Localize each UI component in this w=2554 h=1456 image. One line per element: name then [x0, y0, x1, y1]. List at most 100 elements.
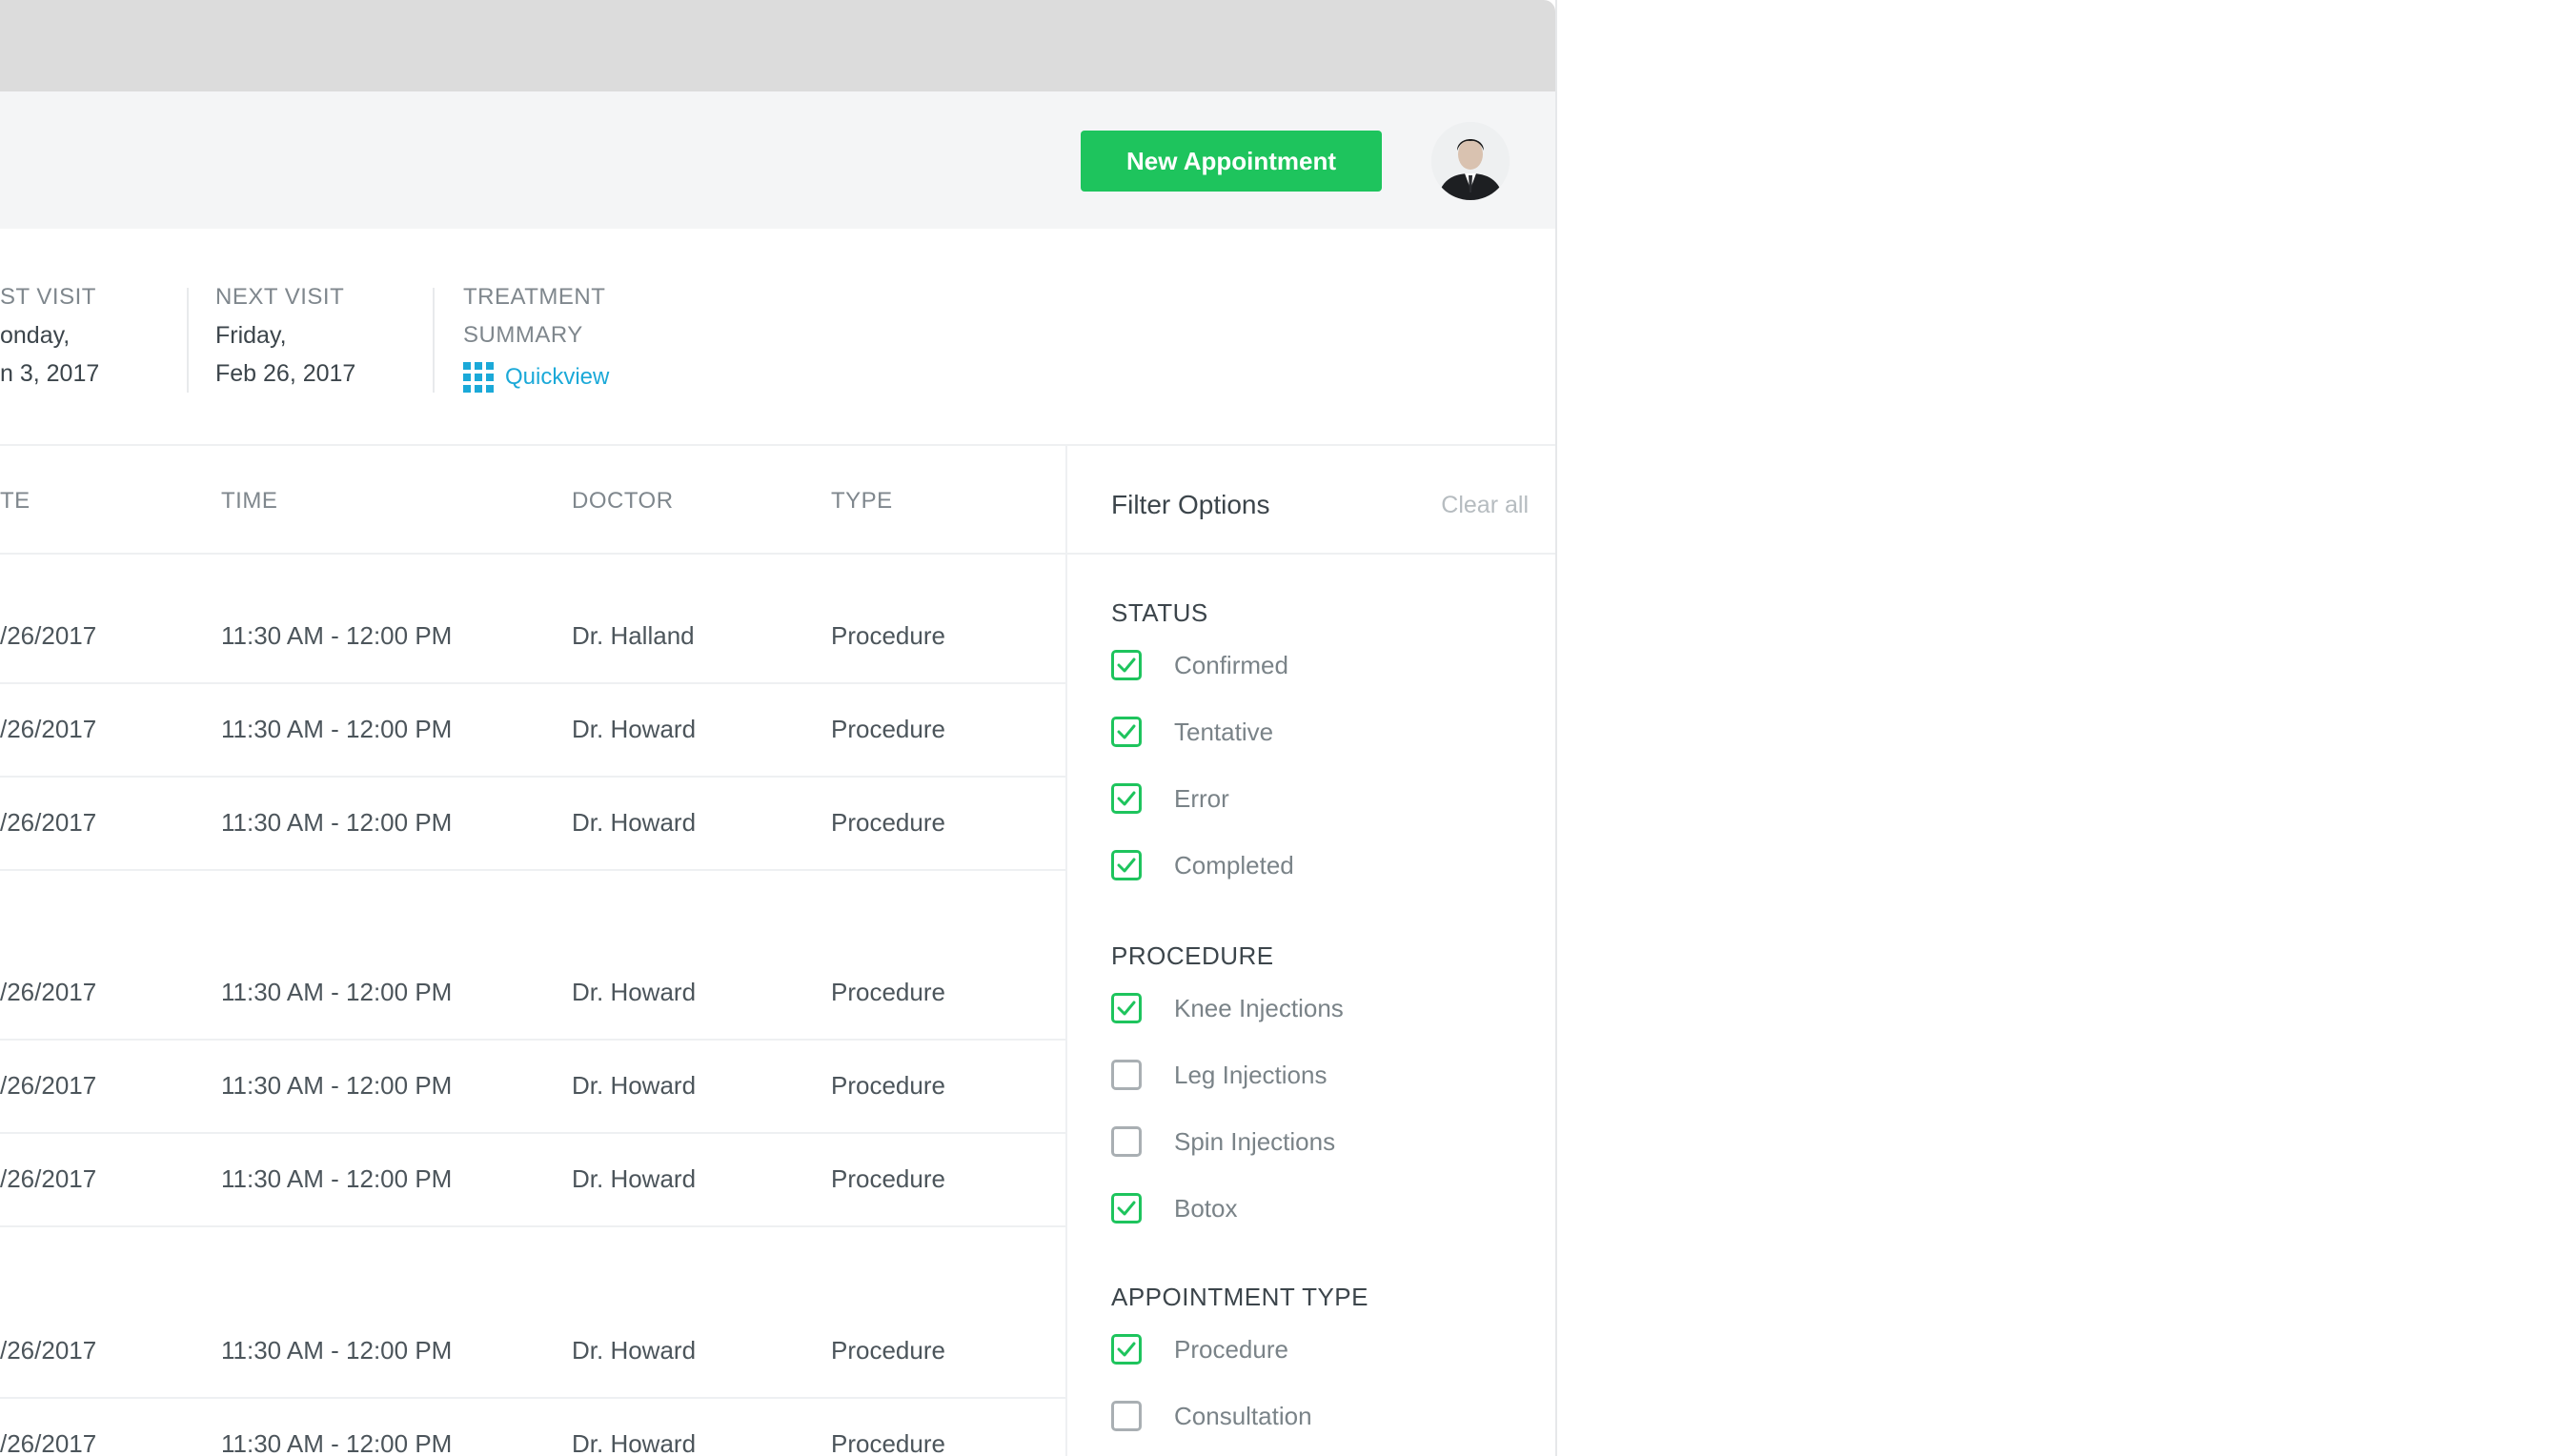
user-avatar-icon — [1431, 122, 1510, 200]
column-doctor[interactable]: DOCTOR — [572, 488, 674, 515]
filter-section-title: APPOINTMENT TYPE — [1111, 1283, 1368, 1311]
filter-option-leg-injections[interactable]: Leg Injections — [1111, 1060, 1327, 1090]
checkmark-icon — [1117, 858, 1136, 873]
table-row[interactable]: /26/2017 11:30 AM - 12:00 PM Dr. Howard Pro… — [0, 1134, 1065, 1227]
column-type[interactable]: TYPE — [831, 488, 893, 515]
row-date: /26/2017 — [0, 808, 97, 837]
quickview-link[interactable]: Quickview — [463, 362, 609, 393]
row-doctor: Dr. Howard — [572, 1164, 697, 1193]
row-date: /26/2017 — [0, 1071, 97, 1100]
row-time: 11:30 AM - 12:00 PM — [221, 1164, 453, 1193]
last-visit-day: onday, — [0, 322, 71, 349]
treatment-summary-label-2: SUMMARY — [463, 322, 583, 348]
filter-section-title: PROCEDURE — [1111, 941, 1274, 970]
table-row[interactable]: /26/2017 11:30 AM - 12:00 PM Dr. Halland Pr… — [0, 591, 1065, 684]
row-type: Procedure — [831, 1429, 945, 1456]
row-date: /26/2017 — [0, 715, 97, 743]
checkbox[interactable] — [1111, 1334, 1142, 1365]
checkmark-icon — [1117, 1342, 1136, 1357]
filter-option-label: Leg Injections — [1174, 1060, 1328, 1089]
last-visit: ST VISIT onday, n 3, 2017 — [0, 278, 99, 393]
checkbox[interactable] — [1111, 717, 1142, 747]
row-date: /26/2017 — [0, 1336, 97, 1365]
row-time: 11:30 AM - 12:00 PM — [221, 1336, 453, 1365]
row-doctor: Dr. Howard — [572, 978, 697, 1006]
row-type: Procedure — [831, 715, 945, 743]
filter-option-label: Error — [1174, 783, 1229, 813]
clear-all-link[interactable]: Clear all — [1441, 492, 1529, 519]
row-type: Procedure — [831, 808, 945, 837]
filter-option-tentative[interactable]: Tentative — [1111, 717, 1273, 747]
row-type: Procedure — [831, 1336, 945, 1365]
divider — [433, 288, 435, 393]
checkbox[interactable] — [1111, 993, 1142, 1023]
filter-option-label: Procedure — [1174, 1334, 1288, 1364]
next-visit-day: Friday, — [215, 322, 287, 349]
filter-option-spin-injections[interactable]: Spin Injections — [1111, 1126, 1335, 1157]
table-row[interactable]: /26/2017 11:30 AM - 12:00 PM Dr. Howard Pro… — [0, 684, 1065, 778]
checkbox[interactable] — [1111, 1126, 1142, 1157]
new-appointment-button[interactable]: New Appointment — [1081, 131, 1382, 192]
last-visit-date: n 3, 2017 — [0, 360, 100, 387]
row-doctor: Dr. Howard — [572, 715, 697, 743]
next-visit-label: NEXT VISIT — [215, 284, 345, 310]
divider — [187, 288, 189, 393]
column-time[interactable]: TIME — [221, 488, 277, 515]
row-type: Procedure — [831, 1164, 945, 1193]
checkmark-icon — [1117, 724, 1136, 739]
checkbox[interactable] — [1111, 650, 1142, 680]
last-visit-label: ST VISIT — [0, 284, 96, 310]
checkmark-icon — [1117, 1201, 1136, 1216]
row-doctor: Dr. Howard — [572, 808, 697, 837]
filter-option-consultation[interactable]: Consultation — [1111, 1401, 1312, 1431]
table-header: TE TIME DOCTOR TYPE — [0, 446, 1065, 555]
filter-option-error[interactable]: Error — [1111, 783, 1229, 814]
row-time: 11:30 AM - 12:00 PM — [221, 808, 453, 837]
row-date: /26/2017 — [0, 621, 97, 650]
filter-option-label: Spin Injections — [1174, 1126, 1336, 1156]
filter-section-title: STATUS — [1111, 598, 1208, 627]
column-date[interactable]: TE — [0, 488, 30, 515]
quickview-label: Quickview — [505, 364, 610, 390]
row-doctor: Dr. Halland — [572, 621, 695, 650]
table-row[interactable]: /26/2017 11:30 AM - 12:00 PM Dr. Howard Pro… — [0, 1305, 1065, 1399]
filter-header: Filter Options Clear all — [1067, 446, 1555, 555]
next-visit: NEXT VISIT Friday, Feb 26, 2017 — [215, 278, 355, 393]
filter-option-label: Confirmed — [1174, 650, 1288, 679]
table-row[interactable]: /26/2017 11:30 AM - 12:00 PM Dr. Howard Pro… — [0, 778, 1065, 871]
table-row[interactable]: /26/2017 11:30 AM - 12:00 PM Dr. Howard Pro… — [0, 1041, 1065, 1134]
next-visit-date: Feb 26, 2017 — [215, 360, 356, 387]
row-time: 11:30 AM - 12:00 PM — [221, 715, 453, 743]
checkbox[interactable] — [1111, 1401, 1142, 1431]
filter-panel: Filter Options Clear all STATUS Confirmed… — [1065, 446, 1555, 1456]
row-doctor: Dr. Howard — [572, 1429, 697, 1456]
checkbox[interactable] — [1111, 850, 1142, 880]
filter-option-botox[interactable]: Botox — [1111, 1193, 1238, 1223]
treatment-summary: TREATMENT SUMMARY Quickview — [463, 278, 609, 393]
row-time: 11:30 AM - 12:00 PM — [221, 1071, 453, 1100]
app-window: New Appointment ST VISIT onday, n 3, 201… — [0, 0, 1557, 1456]
checkbox[interactable] — [1111, 1193, 1142, 1223]
checkbox[interactable] — [1111, 1060, 1142, 1090]
filter-option-confirmed[interactable]: Confirmed — [1111, 650, 1288, 680]
checkbox[interactable] — [1111, 783, 1142, 814]
row-doctor: Dr. Howard — [572, 1336, 697, 1365]
row-type: Procedure — [831, 1071, 945, 1100]
checkmark-icon — [1117, 657, 1136, 673]
filter-option-knee-injections[interactable]: Knee Injections — [1111, 993, 1344, 1023]
filter-option-completed[interactable]: Completed — [1111, 850, 1294, 880]
filter-title: Filter Options — [1111, 490, 1270, 519]
table-row[interactable]: /26/2017 11:30 AM - 12:00 PM Dr. Howard Pro… — [0, 947, 1065, 1041]
row-time: 11:30 AM - 12:00 PM — [221, 1429, 453, 1456]
row-type: Procedure — [831, 621, 945, 650]
filter-option-label: Botox — [1174, 1193, 1238, 1223]
table-row[interactable]: /26/2017 11:30 AM - 12:00 PM Dr. Howard Pro… — [0, 1399, 1065, 1456]
row-date: /26/2017 — [0, 978, 97, 1006]
filter-option-label: Completed — [1174, 850, 1294, 880]
checkmark-icon — [1117, 1001, 1136, 1016]
user-avatar[interactable] — [1431, 122, 1510, 200]
patient-visit-summary: ST VISIT onday, n 3, 2017 NEXT VISIT Fri… — [0, 229, 1555, 446]
filter-option-procedure[interactable]: Procedure — [1111, 1334, 1288, 1365]
filter-option-label: Knee Injections — [1174, 993, 1344, 1022]
page-header: New Appointment — [0, 91, 1555, 229]
